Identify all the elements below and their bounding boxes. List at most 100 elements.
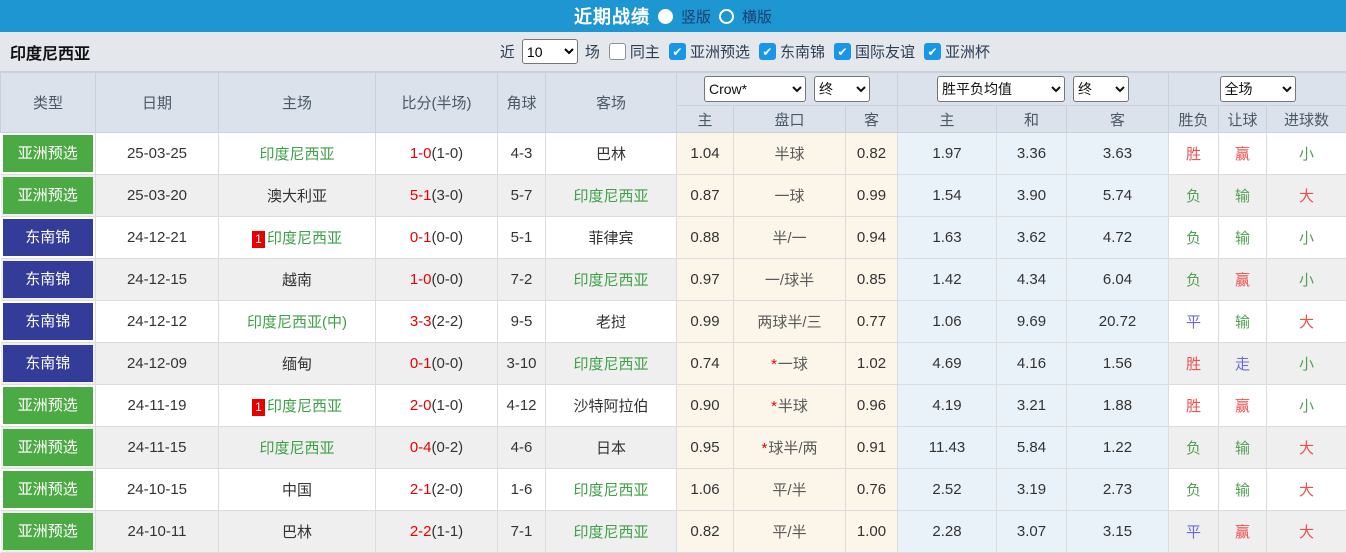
score-cell: 2-1(2-0) bbox=[376, 469, 498, 511]
home-team-link[interactable]: 印度尼西亚 bbox=[267, 398, 342, 415]
score-cell: 2-2(1-1) bbox=[376, 511, 498, 553]
table-row: 东南锦 24-12-21 1印度尼西亚 0-1(0-0) 5-1 菲律宾 0.8… bbox=[1, 217, 1346, 259]
live-handicap-star: * bbox=[771, 398, 777, 415]
score-cell: 5-1(3-0) bbox=[376, 175, 498, 217]
match-date: 24-12-09 bbox=[96, 343, 219, 385]
subcol-handicap: 盘口 bbox=[734, 106, 846, 133]
results-table: 类型 日期 主场 比分(半场) 角球 客场 Crow* 终 胜平负均值 终 bbox=[0, 72, 1346, 553]
subcol-avg-home: 主 bbox=[898, 106, 997, 133]
col-header-type: 类型 bbox=[1, 73, 96, 133]
friendly-checkbox[interactable] bbox=[834, 43, 851, 60]
fulltime-score[interactable]: 1-0 bbox=[410, 145, 432, 162]
away-team-link[interactable]: 印度尼西亚 bbox=[573, 524, 648, 541]
handicap-away-odds: 0.77 bbox=[846, 301, 898, 343]
halftime-score: (1-0) bbox=[432, 145, 464, 162]
fulltime-score[interactable]: 2-2 bbox=[410, 523, 432, 540]
home-team-link[interactable]: 巴林 bbox=[282, 524, 312, 541]
filter-bar: 印度尼西亚 近 10 场 同主 亚洲预选 东南锦 国际友谊 亚洲杯 bbox=[0, 32, 1346, 72]
result-goals: 小 bbox=[1267, 217, 1346, 259]
avg-home-odds: 4.69 bbox=[898, 343, 997, 385]
avg-home-odds: 11.43 bbox=[898, 427, 997, 469]
fulltime-score[interactable]: 1-0 bbox=[410, 271, 432, 288]
avg-draw-odds: 3.21 bbox=[997, 385, 1067, 427]
avg-home-odds: 1.06 bbox=[898, 301, 997, 343]
home-team-link[interactable]: 中国 bbox=[282, 482, 312, 499]
result-goals: 大 bbox=[1267, 469, 1346, 511]
recent-label: 近 bbox=[500, 41, 515, 62]
friendly-label: 国际友谊 bbox=[855, 41, 915, 62]
fulltime-score[interactable]: 5-1 bbox=[410, 187, 432, 204]
match-type-badge: 东南锦 bbox=[3, 219, 94, 256]
odds-company-select[interactable]: Crow* bbox=[704, 76, 806, 102]
handicap-away-odds: 1.02 bbox=[846, 343, 898, 385]
fulltime-score[interactable]: 0-1 bbox=[410, 229, 432, 246]
avg-away-odds: 4.72 bbox=[1067, 217, 1169, 259]
handicap-line: 一/球半 bbox=[765, 272, 814, 289]
score-cell: 0-1(0-0) bbox=[376, 217, 498, 259]
home-team-link[interactable]: 印度尼西亚(中) bbox=[247, 314, 347, 331]
aff-championship-label: 东南锦 bbox=[780, 41, 825, 62]
team-name: 印度尼西亚 bbox=[0, 40, 90, 64]
avg-type-select[interactable]: 胜平负均值 bbox=[937, 76, 1065, 102]
away-team-link[interactable]: 菲律宾 bbox=[588, 230, 633, 247]
result-handicap: 赢 bbox=[1219, 385, 1267, 427]
fulltime-score[interactable]: 0-1 bbox=[410, 355, 432, 372]
home-team-link[interactable]: 印度尼西亚 bbox=[259, 146, 334, 163]
table-row: 亚洲预选 24-10-11 巴林 2-2(1-1) 7-1 印度尼西亚 0.82… bbox=[1, 511, 1346, 553]
fulltime-score[interactable]: 3-3 bbox=[410, 313, 432, 330]
fulltime-score[interactable]: 2-0 bbox=[410, 397, 432, 414]
avg-home-odds: 2.52 bbox=[898, 469, 997, 511]
aff-championship-checkbox[interactable] bbox=[759, 43, 776, 60]
away-team-link[interactable]: 印度尼西亚 bbox=[573, 188, 648, 205]
halftime-score: (2-0) bbox=[432, 481, 464, 498]
result-goals: 大 bbox=[1267, 427, 1346, 469]
away-team-link[interactable]: 印度尼西亚 bbox=[573, 356, 648, 373]
avg-time-select[interactable]: 终 bbox=[1073, 76, 1129, 102]
handicap-away-odds: 0.82 bbox=[846, 133, 898, 175]
fulltime-score[interactable]: 0-4 bbox=[410, 439, 432, 456]
vertical-layout-label[interactable]: 竖版 bbox=[681, 6, 711, 27]
home-team-link[interactable]: 印度尼西亚 bbox=[259, 440, 334, 457]
avg-draw-odds: 5.84 bbox=[997, 427, 1067, 469]
col-header-corners: 角球 bbox=[498, 73, 546, 133]
handicap-home-odds: 0.90 bbox=[677, 385, 734, 427]
match-type-badge: 东南锦 bbox=[3, 303, 94, 340]
recent-count-select[interactable]: 10 bbox=[522, 39, 578, 64]
home-team-link[interactable]: 澳大利亚 bbox=[267, 188, 327, 205]
fulltime-score[interactable]: 2-1 bbox=[410, 481, 432, 498]
vertical-layout-radio[interactable] bbox=[658, 9, 673, 24]
scope-select[interactable]: 全场 bbox=[1220, 76, 1296, 102]
score-cell: 2-0(1-0) bbox=[376, 385, 498, 427]
avg-home-odds: 2.28 bbox=[898, 511, 997, 553]
subcol-odds-home: 主 bbox=[677, 106, 734, 133]
match-date: 24-12-21 bbox=[96, 217, 219, 259]
away-team-link[interactable]: 老挝 bbox=[596, 314, 626, 331]
horizontal-layout-radio[interactable] bbox=[719, 9, 734, 24]
home-team-link[interactable]: 越南 bbox=[282, 272, 312, 289]
home-team-link[interactable]: 缅甸 bbox=[282, 356, 312, 373]
away-team-link[interactable]: 日本 bbox=[596, 440, 626, 457]
away-team-link[interactable]: 印度尼西亚 bbox=[573, 482, 648, 499]
result-goals: 小 bbox=[1267, 385, 1346, 427]
corners-score: 5-1 bbox=[498, 217, 546, 259]
handicap-home-odds: 0.97 bbox=[677, 259, 734, 301]
avg-home-odds: 1.42 bbox=[898, 259, 997, 301]
odds-time-select[interactable]: 终 bbox=[814, 76, 870, 102]
home-team-link[interactable]: 印度尼西亚 bbox=[267, 230, 342, 247]
away-team-link[interactable]: 印度尼西亚 bbox=[573, 272, 648, 289]
handicap-home-odds: 1.04 bbox=[677, 133, 734, 175]
away-team-link[interactable]: 巴林 bbox=[596, 146, 626, 163]
handicap-line: 平/半 bbox=[772, 482, 806, 499]
result-goals: 大 bbox=[1267, 175, 1346, 217]
corners-score: 5-7 bbox=[498, 175, 546, 217]
away-team-link[interactable]: 沙特阿拉伯 bbox=[573, 398, 648, 415]
asian-qualifiers-checkbox[interactable] bbox=[669, 43, 686, 60]
corners-score: 7-1 bbox=[498, 511, 546, 553]
same-home-checkbox[interactable] bbox=[609, 43, 626, 60]
handicap-line: 一球 bbox=[774, 188, 804, 205]
corners-score: 3-10 bbox=[498, 343, 546, 385]
asian-cup-checkbox[interactable] bbox=[924, 43, 941, 60]
handicap-line: 半球 bbox=[778, 398, 808, 415]
result-handicap: 走 bbox=[1219, 343, 1267, 385]
horizontal-layout-label[interactable]: 横版 bbox=[742, 6, 772, 27]
